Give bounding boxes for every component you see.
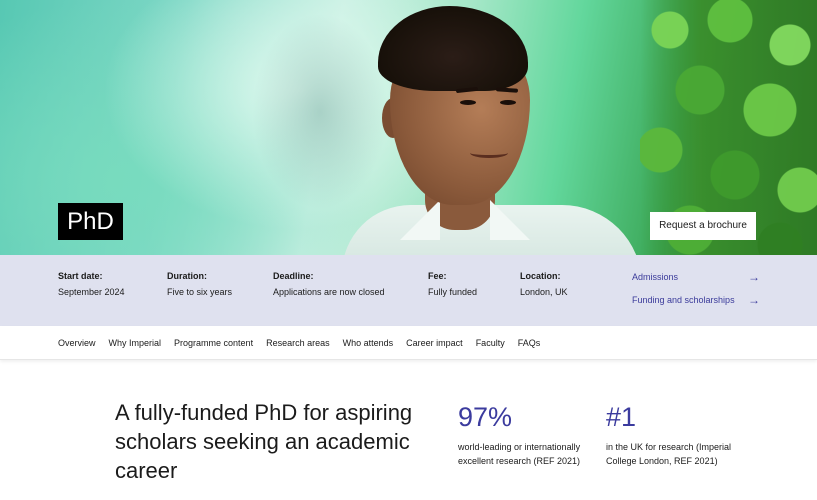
- start-date-value: September 2024: [58, 287, 125, 297]
- portrait-eye-right: [500, 100, 516, 105]
- deadline-label: Deadline:: [273, 271, 314, 281]
- duration-value: Five to six years: [167, 287, 233, 297]
- portrait-smile: [470, 148, 508, 158]
- admissions-link-label: Admissions: [632, 272, 679, 282]
- request-brochure-button[interactable]: Request a brochure: [650, 212, 756, 240]
- location-value: London, UK: [520, 287, 568, 297]
- stat-research-quality: 97% world-leading or internationally exc…: [458, 402, 588, 468]
- nav-career-impact[interactable]: Career impact: [406, 338, 463, 348]
- stat-number: #1: [606, 402, 637, 432]
- portrait-eye-left: [460, 100, 476, 105]
- stat-description: in the UK for research (Imperial College…: [606, 442, 732, 466]
- portrait-hair: [378, 6, 528, 91]
- nav-overview[interactable]: Overview: [58, 338, 96, 348]
- hero-banner: PhD Request a brochure: [0, 0, 817, 255]
- funding-link-label: Funding and scholarships: [632, 295, 735, 305]
- stat-number: 97%: [458, 402, 513, 432]
- arrow-right-icon: →: [748, 270, 760, 284]
- fee-label: Fee:: [428, 271, 447, 281]
- stat-description: world-leading or internationally excelle…: [458, 442, 581, 466]
- fee-info: Fee: Fully funded: [428, 271, 477, 297]
- programme-badge: PhD: [58, 203, 123, 240]
- section-nav: Overview Why Imperial Programme content …: [0, 326, 817, 360]
- page-headline: A fully-funded PhD for aspiring scholars…: [115, 400, 413, 483]
- nav-programme-content[interactable]: Programme content: [174, 338, 253, 348]
- section-nav-list: Overview Why Imperial Programme content …: [58, 338, 553, 348]
- funding-scholarships-link[interactable]: Funding and scholarships →: [632, 293, 760, 307]
- nav-faculty[interactable]: Faculty: [476, 338, 505, 348]
- fee-value: Fully funded: [428, 287, 478, 297]
- nav-why-imperial[interactable]: Why Imperial: [109, 338, 162, 348]
- deadline-value: Applications are now closed: [273, 287, 385, 297]
- duration-info: Duration: Five to six years: [167, 271, 232, 297]
- location-label: Location:: [520, 271, 561, 281]
- portrait-collar-right: [490, 200, 530, 240]
- nav-who-attends[interactable]: Who attends: [343, 338, 394, 348]
- programme-info-bar: Start date: September 2024 Duration: Fiv…: [0, 255, 817, 326]
- start-date-info: Start date: September 2024: [58, 271, 125, 297]
- duration-label: Duration:: [167, 271, 207, 281]
- student-portrait: [330, 0, 660, 255]
- nav-research-areas[interactable]: Research areas: [266, 338, 330, 348]
- arrow-right-icon: →: [748, 293, 760, 307]
- location-info: Location: London, UK: [520, 271, 568, 297]
- admissions-link[interactable]: Admissions →: [632, 270, 760, 284]
- nav-faqs[interactable]: FAQs: [518, 338, 541, 348]
- deadline-info: Deadline: Applications are now closed: [273, 271, 385, 297]
- start-date-label: Start date:: [58, 271, 103, 281]
- stat-uk-ranking: #1 in the UK for research (Imperial Coll…: [606, 402, 736, 468]
- portrait-collar-left: [400, 200, 440, 240]
